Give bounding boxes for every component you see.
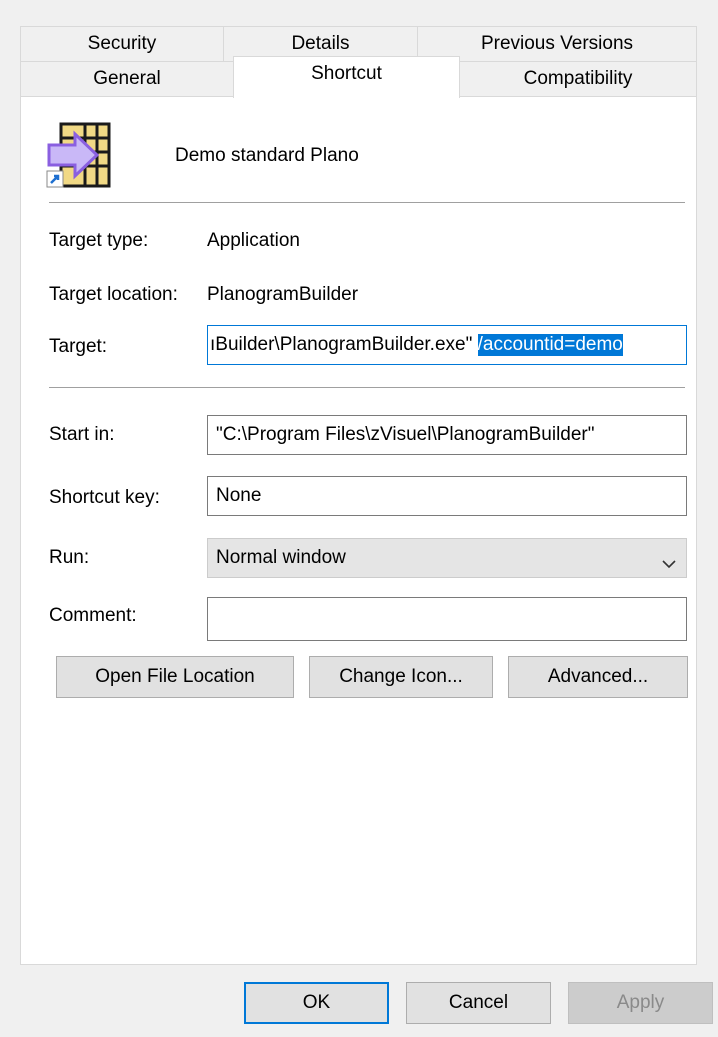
tab-label: Previous Versions bbox=[480, 33, 634, 54]
advanced-button[interactable]: Advanced... bbox=[508, 656, 688, 698]
target-type-label: Target type: bbox=[49, 230, 149, 251]
ok-button[interactable]: OK bbox=[244, 982, 389, 1024]
divider bbox=[49, 387, 685, 388]
cancel-button[interactable]: Cancel bbox=[406, 982, 551, 1024]
shortcut-key-field[interactable]: None bbox=[207, 476, 687, 516]
target-label: Target: bbox=[49, 336, 108, 357]
target-value-selected: /accountid=demo bbox=[477, 334, 623, 356]
change-icon-button[interactable]: Change Icon... bbox=[309, 656, 493, 698]
start-in-value: "C:\Program Files\zVisuel\PlanogramBuild… bbox=[216, 424, 595, 445]
planogram-shortcut-icon bbox=[45, 121, 115, 189]
button-label: Change Icon... bbox=[339, 666, 463, 687]
tab-label: Shortcut bbox=[311, 63, 382, 84]
tab-general[interactable]: General bbox=[20, 61, 234, 97]
comment-label: Comment: bbox=[49, 605, 137, 626]
button-label: Cancel bbox=[448, 992, 509, 1013]
target-field[interactable]: ıBuilder\PlanogramBuilder.exe" /accounti… bbox=[207, 325, 687, 365]
run-label: Run: bbox=[49, 547, 90, 568]
divider bbox=[49, 202, 685, 203]
shortcut-key-value: None bbox=[216, 485, 262, 506]
button-label: OK bbox=[302, 992, 331, 1013]
target-location-value: PlanogramBuilder bbox=[207, 284, 359, 305]
tab-shortcut[interactable]: Shortcut bbox=[233, 56, 460, 98]
tab-compatibility[interactable]: Compatibility bbox=[459, 61, 697, 97]
target-location-label: Target location: bbox=[49, 284, 178, 305]
tab-security[interactable]: Security bbox=[20, 26, 224, 62]
tab-label: Security bbox=[87, 33, 157, 54]
start-in-field[interactable]: "C:\Program Files\zVisuel\PlanogramBuild… bbox=[207, 415, 687, 455]
open-file-location-button[interactable]: Open File Location bbox=[56, 656, 294, 698]
target-value-text: ıBuilder\PlanogramBuilder.exe" bbox=[210, 334, 478, 355]
shortcut-properties-panel: Demo standard Plano Target type: Applica… bbox=[20, 96, 697, 965]
button-label: Open File Location bbox=[95, 666, 255, 687]
run-value: Normal window bbox=[216, 547, 346, 568]
shortcut-key-label: Shortcut key: bbox=[49, 487, 160, 508]
tab-label: Details bbox=[291, 33, 350, 54]
apply-button[interactable]: Apply bbox=[568, 982, 713, 1024]
button-label: Apply bbox=[616, 992, 665, 1013]
target-type-value: Application bbox=[207, 230, 300, 251]
comment-field[interactable] bbox=[207, 597, 687, 641]
start-in-label: Start in: bbox=[49, 424, 115, 445]
run-select[interactable]: Normal window bbox=[207, 538, 687, 578]
button-label: Advanced... bbox=[547, 666, 649, 687]
tab-label: General bbox=[93, 68, 161, 89]
chevron-down-icon bbox=[662, 553, 676, 575]
shortcut-name: Demo standard Plano bbox=[175, 145, 359, 166]
tab-label: Compatibility bbox=[523, 68, 633, 89]
